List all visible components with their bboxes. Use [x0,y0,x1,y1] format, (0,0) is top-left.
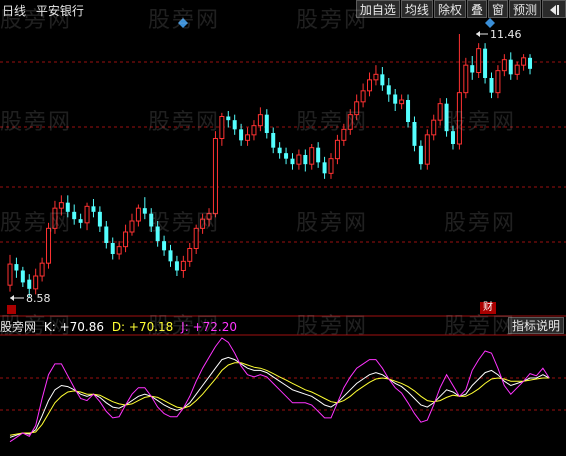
candle-body [39,262,45,277]
candle-body [406,100,411,122]
candle-body [528,57,533,69]
high-price-label: 11.46 [490,28,522,41]
candle-body [303,155,308,165]
candle-body [135,207,141,222]
candle-body [334,139,340,160]
candle-body [84,205,90,224]
candle-body [316,147,321,163]
candle-body [7,263,13,286]
diamond-marker-icon [485,18,495,28]
candle-body [328,158,334,174]
candle-body [110,243,115,254]
watermark: 股旁网 [296,314,369,339]
candle-body [271,133,276,148]
candle-body [521,57,527,66]
candle-body [495,70,501,94]
watermark: 股旁网 [444,314,517,339]
candle-body [180,260,186,272]
candle-body [296,154,302,165]
candle-body [386,85,391,95]
candle-body [437,103,443,121]
watermark: 股旁网 [444,211,517,236]
candle-body [367,79,373,92]
watermark: 股旁网 [296,110,369,135]
candle-body [264,114,269,133]
candle-body [501,59,507,72]
watermark: 股旁网 [0,110,73,135]
low-arrow-icon [10,295,24,301]
watermark: 股旁网 [0,314,73,339]
candle-body [226,116,231,121]
low-price-label: 8.58 [26,292,51,305]
candle-body [187,248,193,262]
candle-body [483,48,488,78]
candle-body [219,116,225,139]
candle-body [168,250,173,262]
candle-body [142,208,147,214]
candle-body [14,264,19,271]
watermark: 股旁网 [148,8,221,33]
kdj-line-d [9,362,550,436]
candle-body [399,99,405,105]
candle-body [239,129,244,141]
candle-body [123,231,129,248]
candle-body [290,158,295,165]
candle-body [97,211,102,227]
watermark: 股旁网 [296,211,369,236]
candle-body [91,206,96,212]
candle-body [380,74,385,86]
candle-body [251,125,257,136]
candle-body [212,138,218,215]
candle-body [309,147,315,165]
candle-body [470,65,475,73]
watermark: 股旁网 [0,8,73,33]
candle-body [27,279,32,289]
candle-body [116,246,122,255]
candle-body [476,48,482,74]
watermark: 股旁网 [148,314,221,339]
kdj-lines [9,337,550,443]
candle-body [360,90,366,103]
candle-body [20,270,25,283]
candle-body [232,120,237,130]
candle-body [257,114,263,127]
candle-body [162,241,167,251]
candle-body [78,219,83,223]
candle-body [463,64,469,94]
candle-body [393,94,398,104]
watermark: 股旁网 [296,8,369,33]
candle-body [322,162,327,174]
candle-body [245,134,251,141]
candle-body [424,134,430,165]
watermark: 股旁网 [148,110,221,135]
candle-body [412,122,417,146]
candle-body [104,226,109,243]
candle-body [277,147,282,154]
candle-body [514,64,520,75]
candle-body [284,153,289,159]
watermark: 股旁网 [148,211,221,236]
candle-body [431,119,437,136]
candle-body [129,220,135,233]
candle-body [508,59,513,75]
candle-body [489,78,494,93]
candle-body [72,211,77,220]
candle-body [373,73,379,81]
candle-body [33,275,39,290]
candle-body [174,261,179,271]
candle-body [418,145,423,165]
watermark: 股旁网 [444,110,517,135]
candlestick-series [7,34,533,298]
indicator-help-button[interactable]: 指标说明 [507,317,564,334]
watermark: 股旁网 [0,211,73,236]
high-arrow-icon [476,31,488,37]
